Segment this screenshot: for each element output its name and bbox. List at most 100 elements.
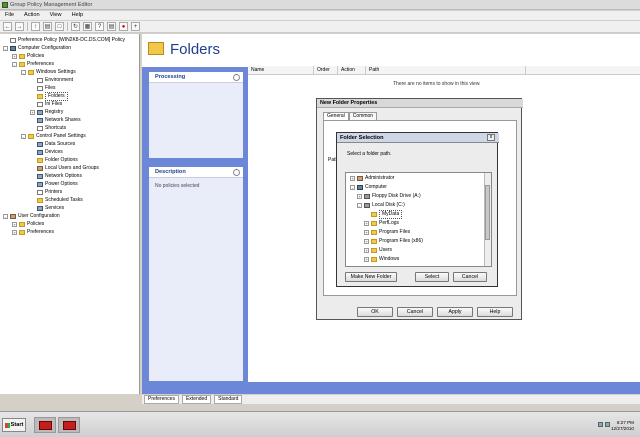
tree-item[interactable]: Ini Files: [30, 101, 62, 108]
close-icon[interactable]: x: [487, 134, 495, 141]
expand-icon[interactable]: +: [12, 222, 17, 227]
column-order[interactable]: Order: [314, 66, 338, 74]
tab-extended[interactable]: Extended: [181, 395, 212, 404]
tree-item[interactable]: + Windows: [364, 256, 399, 263]
tab-preferences[interactable]: Preferences: [144, 395, 179, 404]
collapse-icon[interactable]: ˆ: [233, 74, 240, 81]
taskbar-gpme[interactable]: [58, 417, 80, 433]
tree-item[interactable]: Folder Options: [30, 157, 78, 164]
tree-item[interactable]: MyData: [364, 210, 403, 219]
tree-item[interactable]: - Preferences: [12, 61, 54, 68]
select-button[interactable]: Select: [415, 272, 449, 282]
tree-item[interactable]: Preference Policy [WIN2K8-DC.DS.COM] Pol…: [3, 37, 125, 44]
make-new-folder-button[interactable]: Make New Folder: [345, 272, 397, 282]
expand-icon[interactable]: +: [12, 54, 17, 59]
tab-standard[interactable]: Standard: [214, 395, 243, 404]
collapse-icon[interactable]: -: [12, 62, 17, 67]
tree-item[interactable]: - Computer Configuration: [3, 45, 71, 52]
tab-general[interactable]: General: [323, 112, 349, 120]
tree-item[interactable]: Local Users and Groups: [30, 165, 99, 172]
start-button[interactable]: Start: [2, 418, 26, 432]
scroll-thumb[interactable]: [485, 185, 490, 240]
back-icon[interactable]: ←: [3, 22, 12, 31]
show-hide-tree-icon[interactable]: ▤: [43, 22, 52, 31]
scrollbar[interactable]: [484, 173, 491, 266]
tree-item[interactable]: Files: [30, 85, 56, 92]
help-icon[interactable]: ?: [95, 22, 104, 31]
menu-action[interactable]: Action: [19, 11, 45, 19]
collapse-icon[interactable]: ˆ: [233, 169, 240, 176]
add-icon[interactable]: +: [131, 22, 140, 31]
tree-item[interactable]: + Program Files (x86): [364, 238, 423, 245]
up-icon[interactable]: ↑: [31, 22, 40, 31]
expand-icon[interactable]: +: [364, 230, 369, 235]
tree-item[interactable]: Shortcuts: [30, 125, 66, 132]
refresh-icon[interactable]: ↻: [71, 22, 80, 31]
clock[interactable]: 8:27 PM 12/27/2010: [611, 420, 634, 432]
tree-item[interactable]: + Floppy Disk Drive (A:): [357, 193, 421, 200]
ok-button[interactable]: OK: [357, 307, 393, 317]
expand-icon[interactable]: +: [364, 239, 369, 244]
tree-item[interactable]: - Computer: [350, 184, 387, 191]
taskbar-server-manager[interactable]: [34, 417, 56, 433]
expand-icon[interactable]: +: [364, 221, 369, 226]
tree-item[interactable]: Folders: [30, 92, 68, 101]
tree-item[interactable]: + Preferences: [12, 229, 54, 236]
volume-icon[interactable]: [605, 422, 610, 427]
tree-item[interactable]: Data Sources: [30, 141, 75, 148]
tree-item[interactable]: + Administrator: [350, 175, 394, 182]
properties-icon[interactable]: □: [55, 22, 64, 31]
tree-item[interactable]: Services: [30, 205, 64, 212]
column-name[interactable]: Name: [248, 66, 314, 74]
tree-item[interactable]: Network Options: [30, 173, 82, 180]
column-path[interactable]: Path: [366, 66, 526, 74]
tree-item[interactable]: - User Configuration: [3, 213, 60, 220]
cancel-button[interactable]: Cancel: [397, 307, 433, 317]
collapse-icon[interactable]: -: [350, 185, 355, 190]
collapse-icon[interactable]: -: [21, 70, 26, 75]
tree-item[interactable]: Network Shares: [30, 117, 81, 124]
apply-button[interactable]: Apply: [437, 307, 473, 317]
collapse-icon[interactable]: -: [21, 134, 26, 139]
expand-icon[interactable]: +: [364, 248, 369, 253]
tree-item[interactable]: Environment: [30, 77, 73, 84]
expand-icon[interactable]: +: [357, 194, 362, 199]
tree-item[interactable]: + Users: [364, 247, 392, 254]
tree-item[interactable]: - Control Panel Settings: [21, 133, 86, 140]
network-icon[interactable]: [598, 422, 603, 427]
stop-icon[interactable]: ●: [119, 22, 128, 31]
tree-item[interactable]: + PerfLogs: [364, 220, 399, 227]
cancel-button[interactable]: Cancel: [453, 272, 487, 282]
tree-item[interactable]: + Policies: [12, 221, 44, 228]
menu-view[interactable]: View: [45, 11, 67, 19]
filter-icon[interactable]: ▤: [107, 22, 116, 31]
document-icon: [37, 86, 43, 91]
export-icon[interactable]: ▦: [83, 22, 92, 31]
collapse-icon[interactable]: -: [3, 214, 8, 219]
description-header[interactable]: Description ˆ: [149, 167, 243, 178]
tree-item[interactable]: - Windows Settings: [21, 69, 76, 76]
tree-item[interactable]: Devices: [30, 149, 63, 156]
processing-header[interactable]: Processing ˆ: [149, 72, 243, 83]
tree-item[interactable]: + Program Files: [364, 229, 410, 236]
expand-icon[interactable]: +: [12, 230, 17, 235]
menu-help[interactable]: Help: [67, 11, 89, 19]
tree-item[interactable]: + Registry: [30, 109, 63, 116]
tab-common[interactable]: Common: [348, 112, 378, 120]
expand-icon[interactable]: +: [350, 176, 355, 181]
forward-icon[interactable]: →: [15, 22, 24, 31]
tree-item[interactable]: Power Options: [30, 181, 78, 188]
collapse-icon[interactable]: -: [3, 46, 8, 51]
column-action[interactable]: Action: [338, 66, 366, 74]
folder-icon: [371, 221, 377, 226]
help-button[interactable]: Help: [477, 307, 513, 317]
expand-icon[interactable]: +: [364, 257, 369, 262]
collapse-icon[interactable]: -: [357, 203, 362, 208]
tree-item[interactable]: - Local Disk (C:): [357, 202, 405, 209]
tree-item[interactable]: Printers: [30, 189, 62, 196]
tree-item[interactable]: + Policies: [12, 53, 44, 60]
expand-icon[interactable]: +: [30, 110, 35, 115]
tree-item[interactable]: Scheduled Tasks: [30, 197, 83, 204]
menu-file[interactable]: File: [0, 11, 19, 19]
folder-tree[interactable]: + Administrator - Computer + Floppy Disk Driv…: [345, 172, 492, 267]
